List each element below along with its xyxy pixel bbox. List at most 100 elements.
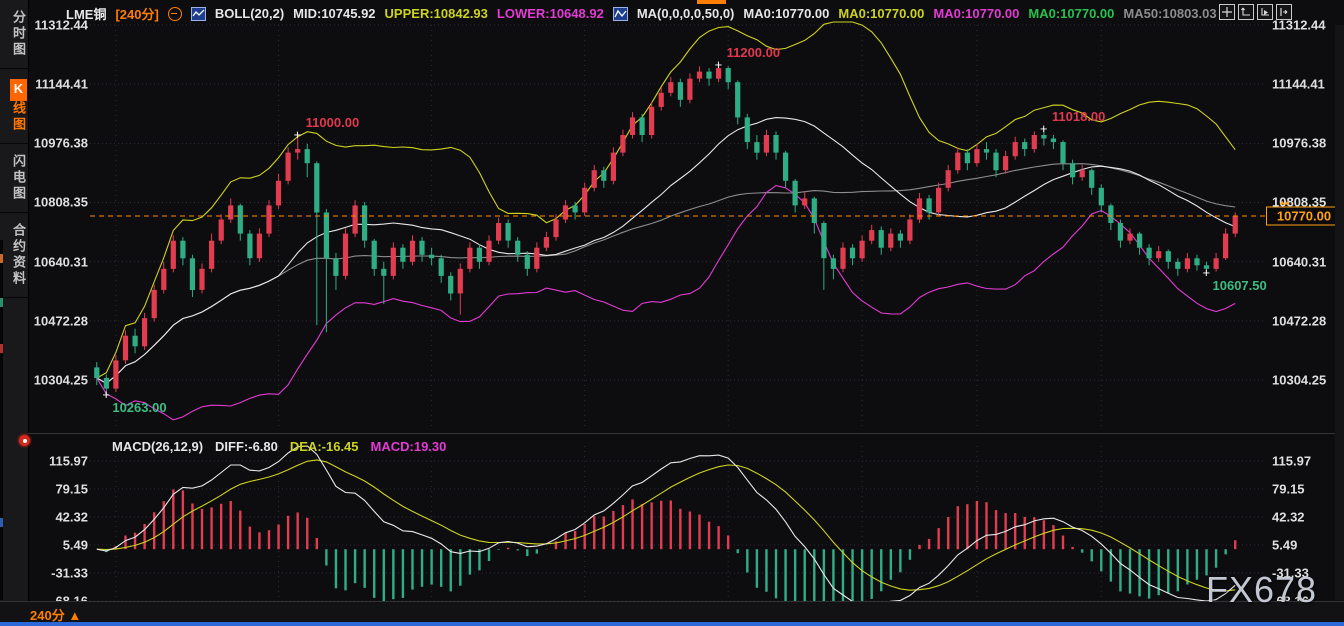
candle-body: [238, 205, 243, 233]
candle-body: [907, 220, 912, 241]
candle-body: [888, 234, 893, 248]
candle-body: [362, 205, 367, 240]
ma-chart-icon[interactable]: [613, 7, 628, 21]
candle-body: [1108, 205, 1113, 223]
crosshair-icon[interactable]: [1219, 4, 1235, 20]
candle-body: [754, 142, 759, 153]
candle-body: [563, 205, 568, 219]
candle-body: [993, 153, 998, 171]
sidebar-item-2[interactable]: 闪电图: [0, 144, 28, 213]
candle-body: [620, 135, 625, 153]
candle-body: [295, 149, 300, 153]
candle-body: [152, 290, 157, 318]
candle-body: [955, 153, 960, 171]
candle-body: [94, 367, 99, 378]
candle-body: [687, 79, 692, 100]
candle-body: [927, 198, 932, 212]
candle-body: [649, 107, 654, 135]
candle-body: [582, 188, 587, 213]
sidebar-mini-strip: [0, 240, 3, 600]
candle-body: [831, 258, 836, 269]
chart-toolbar: [1219, 4, 1292, 20]
candle-body: [467, 248, 472, 269]
sidebar-item-1[interactable]: K线图: [0, 69, 28, 144]
pane-divider[interactable]: [28, 433, 1344, 434]
chart-canvas[interactable]: [0, 0, 1344, 626]
candle-body: [1051, 139, 1056, 143]
macd-macd-value: MACD:19.30: [371, 439, 447, 454]
candle-body: [439, 258, 444, 276]
indicator-settings-icon[interactable]: [19, 435, 30, 446]
candle-body: [840, 248, 845, 269]
candle-body: [898, 234, 903, 241]
candle-body: [333, 258, 338, 276]
sidebar-active-badge: K: [10, 79, 27, 101]
candle-body: [1127, 234, 1132, 241]
candle-body: [850, 248, 855, 259]
candle-body: [1194, 258, 1199, 265]
sidebar-item-3[interactable]: 合约资料: [0, 213, 28, 298]
candle-body: [506, 223, 511, 241]
period-settings-icon[interactable]: [168, 7, 182, 21]
candle-body: [812, 198, 817, 223]
macd-histogram: [97, 489, 1235, 614]
candle-body: [123, 336, 128, 361]
candle-body: [353, 205, 358, 233]
candle-body: [1233, 216, 1238, 234]
candle-body: [553, 220, 558, 238]
candle-body: [133, 336, 138, 347]
candle-body: [496, 223, 501, 241]
candle-body: [640, 117, 645, 135]
mini-mark: [0, 298, 3, 307]
macd-header-bar: MACD(26,12,9) DIFF:-6.80 DEA:-16.45 MACD…: [112, 439, 446, 454]
candle-body: [773, 135, 778, 153]
candle-body: [247, 234, 252, 259]
boll-upper-value: UPPER:10842.93: [385, 6, 488, 21]
indicator-next-icon[interactable]: [1257, 4, 1273, 20]
candle-body: [1118, 223, 1123, 241]
candle-body: [324, 213, 329, 259]
candle-body: [372, 241, 377, 269]
candle-body: [659, 93, 664, 107]
candle-body: [601, 170, 606, 181]
boll-chart-icon[interactable]: [191, 7, 206, 21]
macd-diff-value: DIFF:-6.80: [215, 439, 278, 454]
candle-body: [936, 188, 941, 213]
candle-body: [1089, 170, 1094, 188]
candle-body: [104, 378, 109, 389]
candle-body: [419, 241, 424, 255]
axis-scale-icon[interactable]: [1238, 4, 1254, 20]
sidebar-item-0[interactable]: 分时图: [0, 0, 28, 69]
candle-body: [802, 198, 807, 205]
ma0-value-green: MA0:10770.00: [1028, 6, 1114, 21]
candle-body: [735, 82, 740, 117]
candle-body: [783, 153, 788, 181]
candle-body: [228, 205, 233, 219]
period-label[interactable]: [240分]: [115, 4, 158, 23]
boll-lower-value: LOWER:10648.92: [497, 6, 604, 21]
candle-body: [1041, 135, 1046, 139]
candle-body: [1032, 135, 1037, 149]
candle-body: [448, 276, 453, 294]
candle-body: [161, 269, 166, 290]
bollinger-upper-line: [97, 22, 1235, 378]
mini-mark: [0, 344, 3, 353]
candle-body: [860, 241, 865, 259]
candle-body: [592, 170, 597, 188]
candle-body: [974, 149, 979, 163]
ma0-value-yellow: MA0:10770.00: [838, 6, 924, 21]
ma-group-label: MA(0,0,0,0,50,0): [637, 6, 735, 21]
right-edge-panel: [1335, 25, 1344, 600]
candle-body: [726, 68, 731, 82]
candle-body: [305, 149, 310, 163]
macd-dea-line: [97, 460, 1235, 591]
pane-expand-icon[interactable]: [1276, 4, 1292, 20]
candle-body: [630, 117, 635, 135]
bottom-accent-strip: [0, 622, 1344, 626]
candle-body: [1060, 142, 1065, 163]
candle-body: [1214, 258, 1219, 269]
boll-label: BOLL(20,2): [215, 6, 284, 21]
candle-body: [1099, 188, 1104, 206]
candle-body: [1070, 163, 1075, 177]
watermark: FX678: [1206, 569, 1317, 611]
